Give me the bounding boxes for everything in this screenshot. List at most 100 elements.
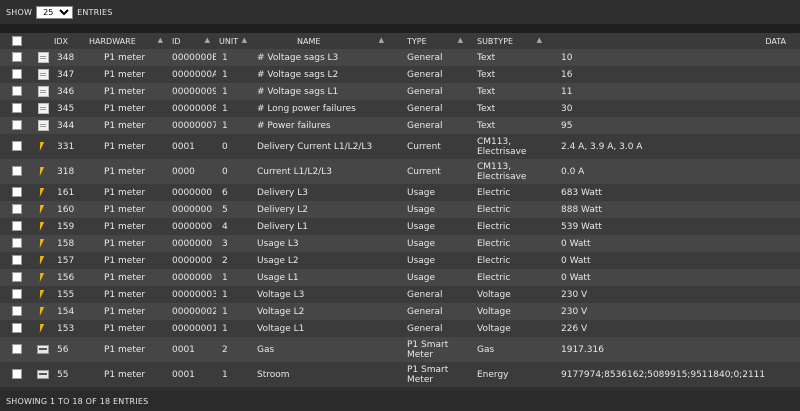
column-header-subtype[interactable]: SUBTYPE ▲ bbox=[469, 33, 548, 49]
text-icon bbox=[38, 52, 49, 63]
column-header-hardware[interactable]: HARDWARE ▲ bbox=[86, 33, 169, 49]
row-select-cell[interactable] bbox=[0, 83, 31, 100]
column-header-type[interactable]: TYPE ▲ bbox=[390, 33, 469, 49]
row-checkbox[interactable] bbox=[12, 255, 22, 266]
cell-idx: 155 bbox=[57, 289, 75, 300]
row-checkbox[interactable] bbox=[12, 166, 22, 177]
cell-id: 0000000 bbox=[172, 204, 213, 215]
row-icon-cell bbox=[31, 286, 51, 303]
table-info: SHOWING 1 TO 18 OF 18 ENTRIES bbox=[0, 391, 800, 411]
column-header-data[interactable]: DATA bbox=[548, 33, 800, 49]
entries-per-page-select[interactable]: 25 bbox=[36, 5, 74, 19]
table-row[interactable]: 154 P1 meter 00000002 1 Voltage L2 General Vol… bbox=[0, 303, 800, 320]
row-select-cell[interactable] bbox=[0, 235, 31, 252]
cell-subtype: Electric bbox=[477, 187, 511, 198]
row-checkbox[interactable] bbox=[12, 306, 22, 317]
row-checkbox[interactable] bbox=[12, 238, 22, 249]
row-select-cell[interactable] bbox=[0, 134, 31, 159]
row-checkbox[interactable] bbox=[12, 120, 22, 131]
table-row[interactable]: 344 P1 meter 00000007 1 # Power failures Gene… bbox=[0, 117, 800, 134]
column-header-name[interactable]: NAME ▲ bbox=[253, 33, 390, 49]
table-row[interactable]: 153 P1 meter 00000001 1 Voltage L1 General Vol… bbox=[0, 320, 800, 337]
table-row[interactable]: 155 P1 meter 00000003 1 Voltage L3 General Vol… bbox=[0, 286, 800, 303]
row-checkbox[interactable] bbox=[12, 187, 22, 198]
table-row[interactable]: 345 P1 meter 00000008 1 # Long power failure… bbox=[0, 100, 800, 117]
cell-type: Current bbox=[407, 166, 441, 177]
cell-hardware: P1 meter bbox=[104, 187, 146, 198]
table-body: 348 P1 meter 0000000B 1 # Voltage sags L3 Gen… bbox=[0, 49, 800, 387]
column-header-unit[interactable]: UNIT ▲ bbox=[216, 33, 253, 49]
row-checkbox[interactable] bbox=[12, 86, 22, 97]
row-select-cell[interactable] bbox=[0, 269, 31, 286]
cell-name: Gas bbox=[257, 344, 275, 355]
row-select-cell[interactable] bbox=[0, 159, 31, 184]
length-menu: SHOW 25 ENTRIES bbox=[0, 0, 800, 24]
bolt-icon bbox=[37, 141, 45, 151]
select-all-header[interactable] bbox=[0, 33, 31, 49]
row-checkbox[interactable] bbox=[12, 369, 22, 380]
row-checkbox[interactable] bbox=[12, 103, 22, 114]
cell-subtype: Voltage bbox=[477, 306, 511, 317]
row-checkbox[interactable] bbox=[12, 272, 22, 283]
table-row[interactable]: 318 P1 meter 0000 0 Current L1/L2/L3 Current C… bbox=[0, 159, 800, 184]
cell-idx: 156 bbox=[57, 272, 75, 283]
cell-idx: 153 bbox=[57, 323, 75, 334]
row-select-cell[interactable] bbox=[0, 303, 31, 320]
row-select-cell[interactable] bbox=[0, 49, 31, 66]
row-checkbox[interactable] bbox=[12, 204, 22, 215]
row-select-cell[interactable] bbox=[0, 201, 31, 218]
row-checkbox[interactable] bbox=[12, 344, 22, 355]
cell-id: 00000002 bbox=[172, 306, 216, 317]
table-row[interactable]: 331 P1 meter 0001 0 Delivery Current L1/L2/L… bbox=[0, 134, 800, 159]
table-row[interactable]: 159 P1 meter 0000000 4 Delivery L1 Usage Elect… bbox=[0, 218, 800, 235]
table-row[interactable]: 56 P1 meter 0001 2 Gas P1 Smart Meter Gas 1917.… bbox=[0, 337, 800, 362]
cell-idx: 56 bbox=[57, 344, 69, 355]
column-header-idx[interactable]: IDX bbox=[51, 33, 86, 49]
row-select-cell[interactable] bbox=[0, 286, 31, 303]
select-all-checkbox[interactable] bbox=[12, 36, 22, 46]
cell-subtype: CM113, Electrisave bbox=[477, 161, 527, 182]
cell-idx: 158 bbox=[57, 238, 75, 249]
row-checkbox[interactable] bbox=[12, 221, 22, 232]
cell-id: 0000000A bbox=[172, 69, 216, 80]
cell-type: General bbox=[407, 103, 443, 114]
table-row[interactable]: 347 P1 meter 0000000A 1 # Voltage sags L2 Gen… bbox=[0, 66, 800, 83]
cell-subtype: Text bbox=[477, 86, 496, 97]
text-icon bbox=[38, 86, 49, 97]
icon-header bbox=[31, 33, 51, 49]
row-select-cell[interactable] bbox=[0, 66, 31, 83]
column-header-id[interactable]: ID ▲ bbox=[169, 33, 216, 49]
row-select-cell[interactable] bbox=[0, 117, 31, 134]
row-checkbox[interactable] bbox=[12, 52, 22, 63]
table-row[interactable]: 161 P1 meter 0000000 6 Delivery L3 Usage Elect… bbox=[0, 184, 800, 201]
row-select-cell[interactable] bbox=[0, 218, 31, 235]
cell-id: 00000007 bbox=[172, 120, 216, 131]
cell-hardware: P1 meter bbox=[104, 86, 146, 97]
row-select-cell[interactable] bbox=[0, 337, 31, 362]
cell-hardware: P1 meter bbox=[104, 204, 146, 215]
row-select-cell[interactable] bbox=[0, 184, 31, 201]
cell-idx: 345 bbox=[57, 103, 75, 114]
row-select-cell[interactable] bbox=[0, 320, 31, 337]
table-row[interactable]: 346 P1 meter 00000009 1 # Voltage sags L1 Gen… bbox=[0, 83, 800, 100]
row-checkbox[interactable] bbox=[12, 69, 22, 80]
table-row[interactable]: 160 P1 meter 0000000 5 Delivery L2 Usage Elect… bbox=[0, 201, 800, 218]
row-checkbox[interactable] bbox=[12, 323, 22, 334]
row-checkbox[interactable] bbox=[12, 141, 22, 152]
table-row[interactable]: 55 P1 meter 0001 1 Stroom P1 Smart Meter Energ… bbox=[0, 362, 800, 387]
table-row[interactable]: 158 P1 meter 0000000 3 Usage L3 Usage Electric… bbox=[0, 235, 800, 252]
cell-id: 0001 bbox=[172, 369, 195, 380]
table-row[interactable]: 348 P1 meter 0000000B 1 # Voltage sags L3 Gen… bbox=[0, 49, 800, 66]
cell-data: 2.4 A, 3.9 A, 3.0 A bbox=[561, 141, 643, 152]
cell-subtype: CM113, Electrisave bbox=[477, 136, 527, 157]
row-select-cell[interactable] bbox=[0, 100, 31, 117]
toolbar-separator bbox=[0, 24, 800, 33]
cell-data: 230 V bbox=[561, 306, 588, 317]
row-select-cell[interactable] bbox=[0, 252, 31, 269]
cell-type: General bbox=[407, 323, 443, 334]
row-select-cell[interactable] bbox=[0, 362, 31, 387]
row-checkbox[interactable] bbox=[12, 289, 22, 300]
table-row[interactable]: 156 P1 meter 0000000 1 Usage L1 Usage Electric… bbox=[0, 269, 800, 286]
cell-id: 0000000 bbox=[172, 238, 213, 249]
table-row[interactable]: 157 P1 meter 0000000 2 Usage L2 Usage Electric… bbox=[0, 252, 800, 269]
